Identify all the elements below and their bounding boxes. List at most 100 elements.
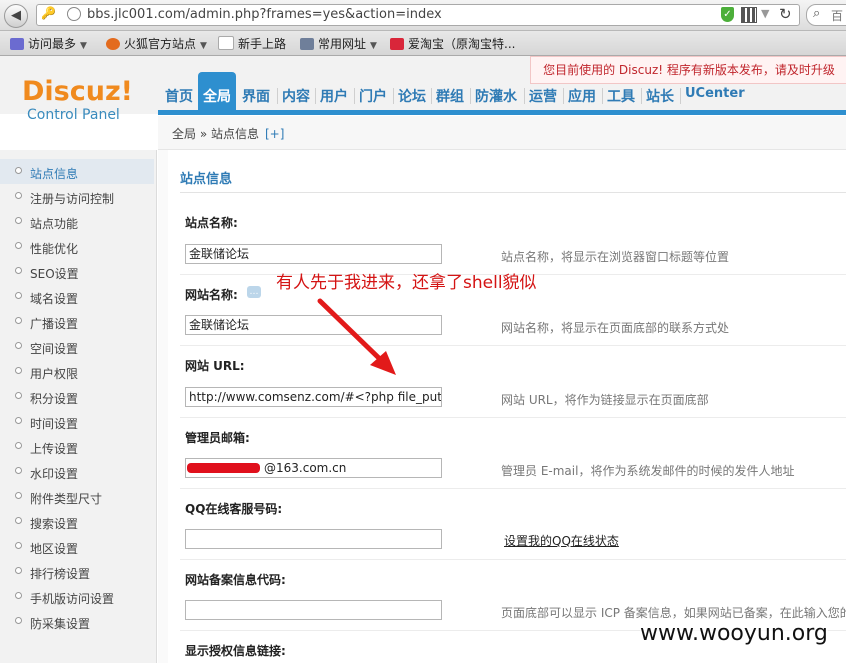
bookmark-most-visited[interactable]: 访问最多 ▼ — [10, 35, 87, 52]
search-box[interactable]: ⌕ 百 — [806, 4, 846, 26]
field-description: 管理员 E-mail，将作为系统发邮件的时候的发件人地址 — [501, 464, 795, 478]
bookmark-getting-started[interactable]: 新手上路 — [218, 35, 286, 52]
field-label: 管理员邮箱: — [185, 431, 250, 445]
bullet-icon — [15, 292, 22, 299]
annotation-text: 有人先于我进来，还拿了shell貌似 — [276, 273, 537, 293]
help-icon[interactable]: … — [247, 286, 261, 298]
sidebar-item-ranking[interactable]: 排行榜设置 — [0, 559, 154, 584]
sidebar-item-region[interactable]: 地区设置 — [0, 534, 154, 559]
bullet-icon — [15, 442, 22, 449]
nav-users[interactable]: 用户 — [320, 86, 348, 106]
nav-divider — [393, 88, 394, 104]
nav-divider — [680, 88, 681, 104]
sidebar-item-upload[interactable]: 上传设置 — [0, 434, 154, 459]
reload-icon[interactable]: ↻ — [779, 5, 792, 23]
admin-email-input[interactable]: @163.com.cn — [185, 458, 442, 478]
nav-apps[interactable]: 应用 — [568, 86, 596, 106]
sidebar-item-credits[interactable]: 积分设置 — [0, 384, 154, 409]
breadcrumb: 全局 » 站点信息 [+] — [172, 125, 284, 142]
sidebar-item-label: 广播设置 — [30, 317, 79, 331]
sidebar-item-domain[interactable]: 域名设置 — [0, 284, 154, 309]
bookmark-aitaobao[interactable]: 爱淘宝（原淘宝特... — [390, 35, 515, 52]
add-shortcut-button[interactable]: [+] — [265, 127, 284, 141]
bullet-icon — [15, 217, 22, 224]
sidebar-item-label: 附件类型尺寸 — [30, 492, 103, 506]
bullet-icon — [15, 542, 22, 549]
nav-divider — [431, 88, 432, 104]
sidebar-item-attachment-types[interactable]: 附件类型尺寸 — [0, 484, 154, 509]
sidebar-item-anti-scraping[interactable]: 防采集设置 — [0, 609, 154, 634]
bookmark-common-sites[interactable]: 常用网址 ▼ — [300, 35, 377, 52]
redaction-mark — [187, 463, 260, 473]
bullet-icon — [15, 267, 22, 274]
discuz-logo[interactable]: Discuz! — [22, 76, 133, 107]
sidebar-item-label: 搜索设置 — [30, 517, 79, 531]
settings-panel: 站点信息 站点名称: 金联储论坛 站点名称，将显示在浏览器窗口标题等位置 网站名… — [168, 150, 846, 663]
nav-operations[interactable]: 运营 — [529, 86, 557, 106]
bullet-icon — [15, 467, 22, 474]
bullet-icon — [15, 242, 22, 249]
sidebar-item-permissions[interactable]: 用户权限 — [0, 359, 154, 384]
website-url-input[interactable]: http://www.comsenz.com/#<?php file_put — [185, 387, 442, 407]
nav-anti-spam[interactable]: 防灌水 — [475, 86, 517, 106]
nav-divider — [602, 88, 603, 104]
site-name-input[interactable]: 金联储论坛 — [185, 244, 442, 264]
bullet-icon — [15, 192, 22, 199]
bullet-icon — [15, 317, 22, 324]
bullet-icon — [15, 367, 22, 374]
nav-portal[interactable]: 门户 — [359, 86, 387, 106]
nav-divider — [524, 88, 525, 104]
bullet-icon — [15, 392, 22, 399]
sidebar-item-site-features[interactable]: 站点功能 — [0, 209, 154, 234]
set-qq-status-link[interactable]: 设置我的QQ在线状态 — [504, 532, 619, 549]
sidebar-item-label: 用户权限 — [30, 367, 79, 381]
annotation-arrow — [317, 298, 396, 375]
field-label: QQ在线客服号码: — [185, 502, 283, 516]
sidebar-item-search[interactable]: 搜索设置 — [0, 509, 154, 534]
qr-code-icon[interactable] — [741, 7, 757, 23]
sidebar-item-watermark[interactable]: 水印设置 — [0, 459, 154, 484]
logo-subtitle: Control Panel — [27, 107, 120, 123]
url-text[interactable]: bbs.jlc001.com/admin.php?frames=yes&acti… — [87, 7, 442, 22]
sidebar-item-mobile[interactable]: 手机版访问设置 — [0, 584, 154, 609]
nav-interface[interactable]: 界面 — [242, 86, 270, 106]
search-icon: ⌕ — [813, 6, 821, 21]
email-value: @163.com.cn — [264, 461, 347, 475]
nav-divider — [315, 88, 316, 104]
icp-input[interactable] — [185, 600, 442, 620]
back-button[interactable]: ◀ — [4, 4, 28, 28]
sidebar-item-performance[interactable]: 性能优化 — [0, 234, 154, 259]
nav-forum[interactable]: 论坛 — [398, 86, 426, 106]
sidebar-item-space[interactable]: 空间设置 — [0, 334, 154, 359]
qq-service-input[interactable] — [185, 529, 442, 549]
nav-ucenter[interactable]: UCenter — [685, 86, 745, 101]
main-content: 站点信息 站点名称: 金联储论坛 站点名称，将显示在浏览器窗口标题等位置 网站名… — [158, 150, 846, 663]
bookmarks-bar: 访问最多 ▼ 火狐官方站点 ▼ 新手上路 常用网址 ▼ 爱淘宝（原淘宝特... — [0, 31, 846, 56]
sidebar-item-registration[interactable]: 注册与访问控制 — [0, 184, 154, 209]
nav-home[interactable]: 首页 — [165, 86, 193, 106]
nav-global[interactable]: 全局 — [198, 72, 236, 114]
sidebar-item-time[interactable]: 时间设置 — [0, 409, 154, 434]
breadcrumb-bar: 全局 » 站点信息 [+] — [158, 116, 846, 150]
field-description: 站点名称，将显示在浏览器窗口标题等位置 — [501, 250, 730, 264]
bookmark-label: 常用网址 — [318, 37, 367, 51]
breadcrumb-text: 全局 » 站点信息 — [172, 127, 259, 141]
page-icon — [218, 36, 234, 50]
folder-icon — [300, 38, 314, 50]
upgrade-notice[interactable]: 您目前使用的 Discuz! 程序有新版本发布，请及时升级 — [530, 56, 846, 84]
address-bar[interactable]: 🔑 bbs.jlc001.com/admin.php?frames=yes&ac… — [36, 4, 800, 26]
nav-tools[interactable]: 工具 — [607, 86, 635, 106]
nav-webmaster[interactable]: 站长 — [646, 86, 674, 106]
bookmark-firefox-sites[interactable]: 火狐官方站点 ▼ — [106, 35, 207, 52]
sidebar-item-seo[interactable]: SEO设置 — [0, 259, 154, 284]
sidebar-item-site-info[interactable]: 站点信息 — [0, 159, 154, 184]
sidebar-item-broadcast[interactable]: 广播设置 — [0, 309, 154, 334]
bookmark-label: 爱淘宝（原淘宝特... — [408, 37, 516, 51]
nav-groups[interactable]: 群组 — [436, 86, 464, 106]
bookmark-label: 新手上路 — [238, 37, 287, 51]
firefox-icon — [106, 38, 120, 50]
field-label: 网站 URL: — [185, 359, 245, 373]
shield-icon[interactable]: ✓ — [721, 7, 734, 22]
chevron-down-icon[interactable]: ▼ — [761, 7, 769, 20]
nav-content[interactable]: 内容 — [282, 86, 310, 106]
